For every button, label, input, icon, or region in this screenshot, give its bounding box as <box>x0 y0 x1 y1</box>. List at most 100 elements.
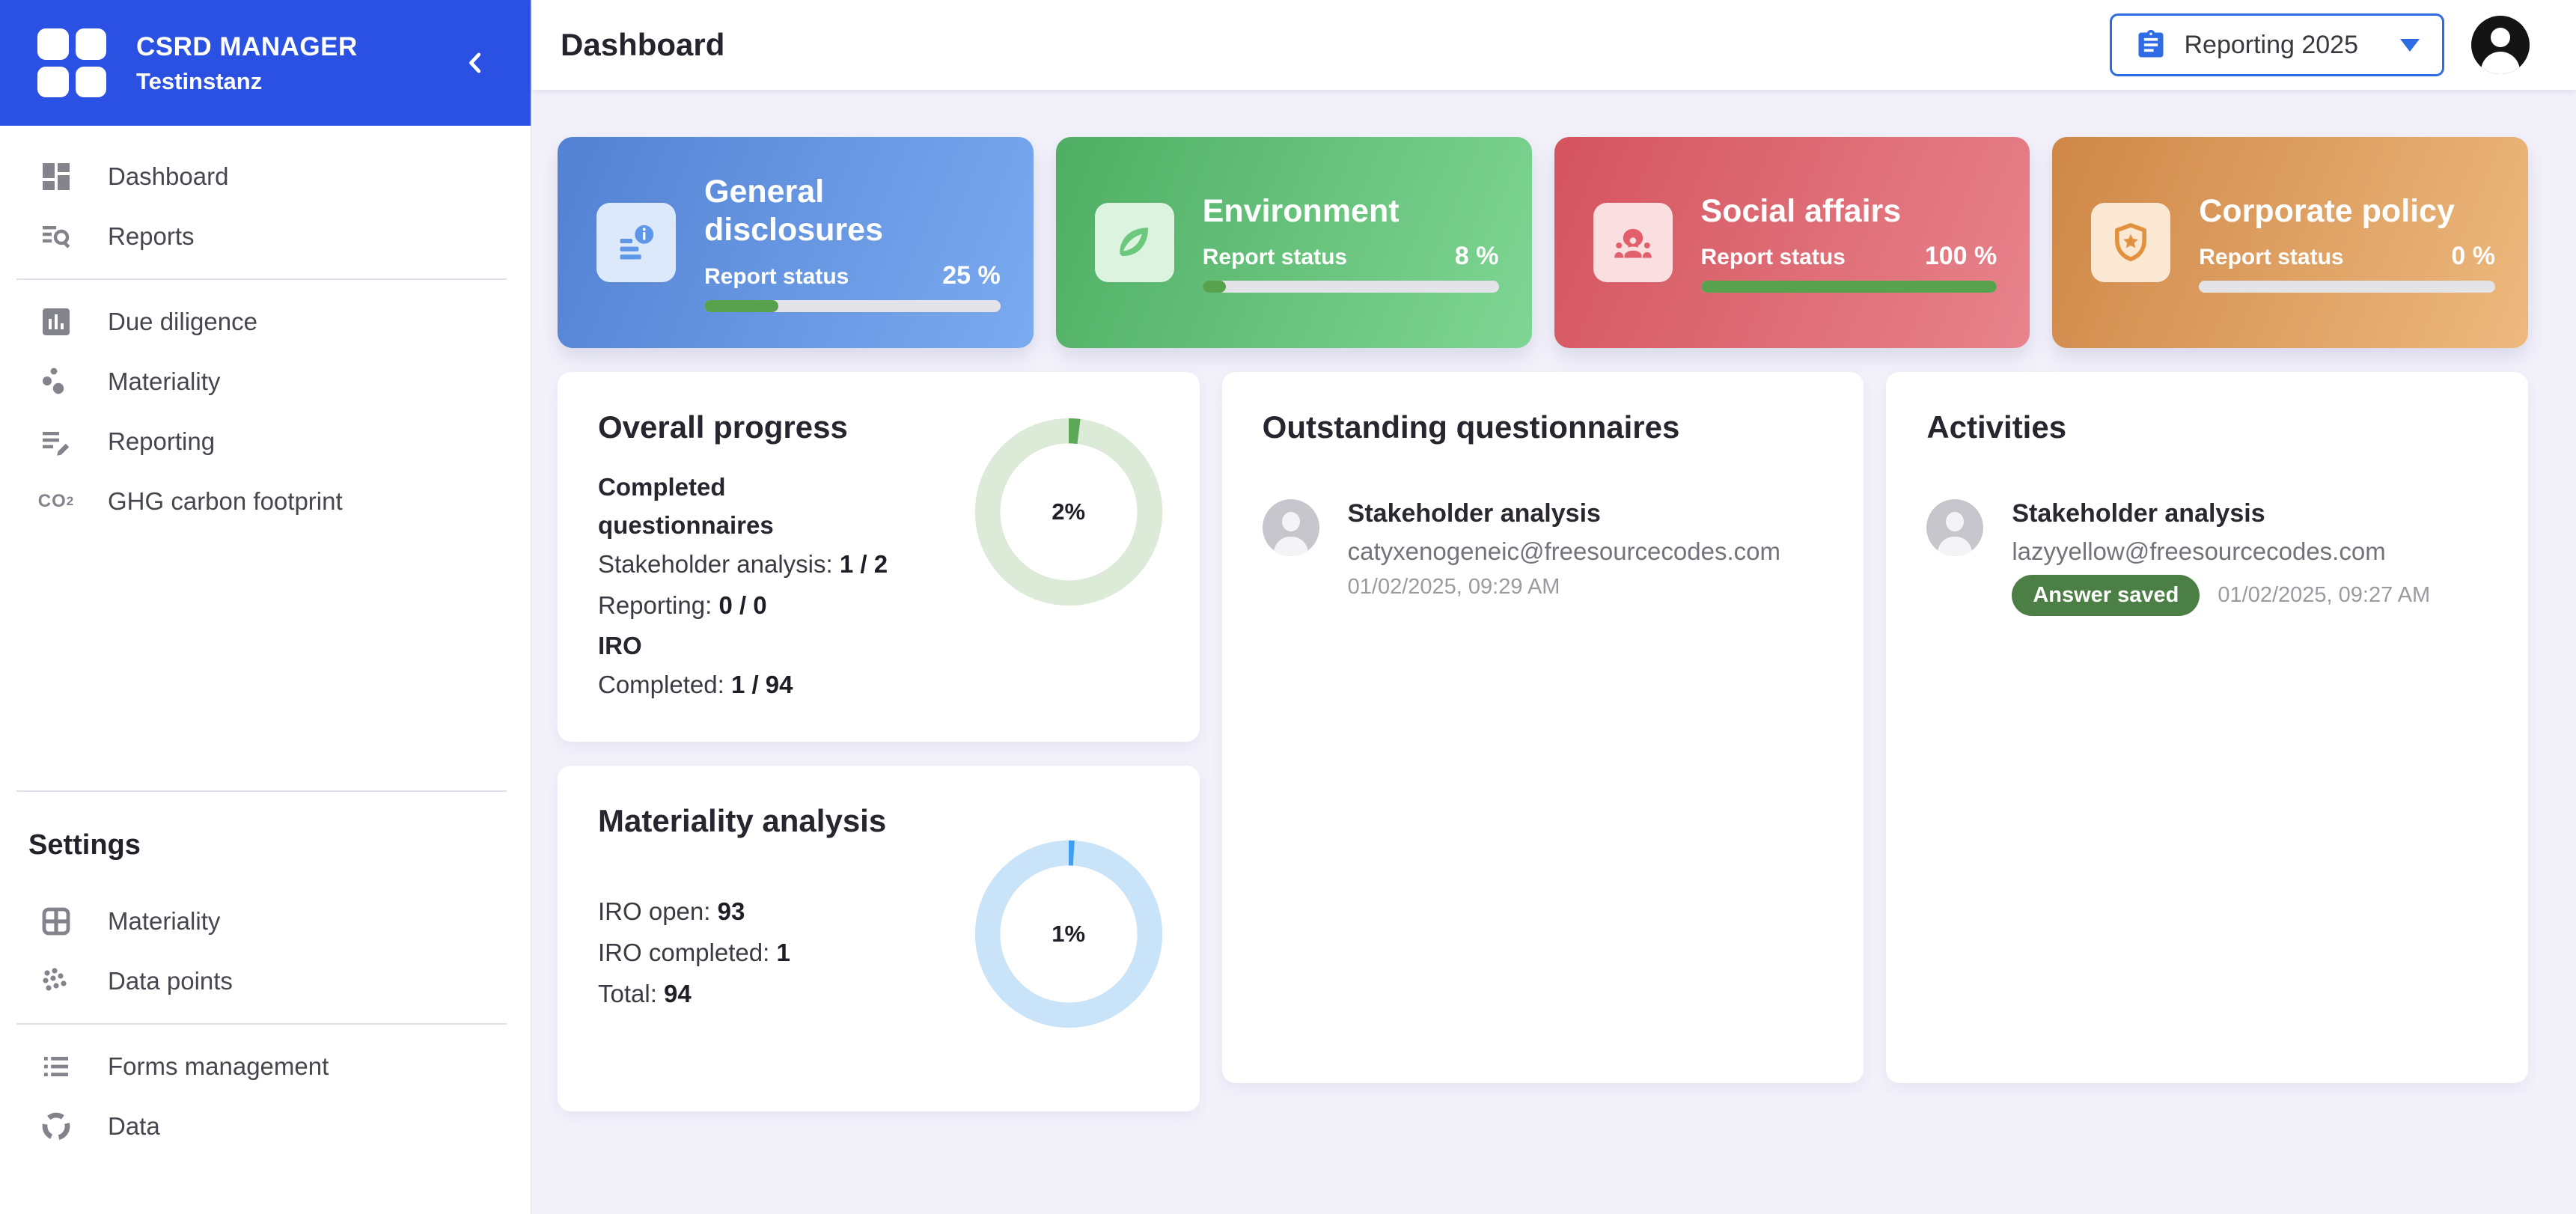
document-info-icon <box>596 203 676 282</box>
dashboard-icon <box>37 158 75 195</box>
stat-body: Social affairs Report status 100 % <box>1700 192 1997 293</box>
sidebar-item-label: Data points <box>108 967 233 995</box>
overall-progress-card: Overall progress Completed questionnaire… <box>558 372 1200 742</box>
dashboard-content: General disclosures Report status 25 % E… <box>532 90 2576 1214</box>
stat-body: Corporate policy Report status 0 % <box>2199 192 2495 293</box>
bar-chart-icon <box>37 303 75 341</box>
status-cards-row: General disclosures Report status 25 % E… <box>558 137 2528 348</box>
card-social-affairs[interactable]: Social affairs Report status 100 % <box>1554 137 2030 348</box>
item-email: catyxenogeneic@freesourcecodes.com <box>1347 537 1780 565</box>
activities-card: Activities Stakeholder analysis lazyyell… <box>1886 372 2528 1083</box>
grid-window-icon <box>37 903 75 940</box>
outstanding-questionnaires-card: Outstanding questionnaires Stakeholder a… <box>1221 372 1864 1083</box>
dashboard-grid: Overall progress Completed questionnaire… <box>558 372 2528 1111</box>
leaf-icon <box>1094 203 1174 282</box>
sidebar-item-label: Dashboard <box>108 162 229 190</box>
sidebar-divider <box>16 278 507 280</box>
sidebar-item-label: Data <box>108 1112 160 1140</box>
report-status-label: Report status <box>704 263 849 289</box>
co2-icon: CO 2 <box>37 491 75 511</box>
settings-heading: Settings <box>28 829 141 861</box>
report-status-label: Report status <box>1202 245 1348 270</box>
card-general-disclosures[interactable]: General disclosures Report status 25 % <box>558 137 1034 348</box>
answer-saved-badge: Answer saved <box>2012 575 2200 616</box>
stat-title: General disclosures <box>704 174 883 248</box>
progress-bar <box>704 299 1001 312</box>
sidebar-item-forms-management[interactable]: Forms management <box>0 1037 531 1096</box>
shield-star-icon <box>2091 203 2171 282</box>
sidebar-item-settings-materiality[interactable]: Materiality <box>0 891 531 951</box>
questionnaire-list-item[interactable]: Stakeholder analysis catyxenogeneic@free… <box>1262 499 1830 600</box>
stat-line: IRO completed: 1 <box>598 938 790 966</box>
card-environment[interactable]: Environment Report status 8 % <box>1055 137 1532 348</box>
stat-line: IRO open: 93 <box>598 897 745 925</box>
sidebar-item-dashboard[interactable]: Dashboard <box>0 147 531 207</box>
sidebar-item-data-points[interactable]: Data points <box>0 951 531 1011</box>
app-logo-icon <box>37 28 106 97</box>
sidebar-item-reports[interactable]: Reports <box>0 207 531 266</box>
dashed-circle-icon <box>37 1108 75 1145</box>
activity-list-item[interactable]: Stakeholder analysis lazyyellow@freesour… <box>1926 499 2494 616</box>
caret-down-icon <box>2400 38 2420 52</box>
item-date: 01/02/2025, 09:29 AM <box>1347 575 1560 599</box>
item-email: lazyyellow@freesourcecodes.com <box>2012 537 2386 565</box>
overall-progress-donut: 2% <box>972 415 1165 608</box>
reporting-period-label: Reporting 2025 <box>2184 30 2358 59</box>
progress-column: Overall progress Completed questionnaire… <box>558 372 1200 1111</box>
data-points-icon <box>37 963 75 1000</box>
completed-questionnaires-heading: Completed questionnaires <box>598 473 774 540</box>
chevron-left-icon <box>469 52 481 73</box>
report-status-percent: 0 % <box>2451 242 2495 271</box>
card-title: Activities <box>1926 409 2067 445</box>
person-avatar-icon <box>1262 499 1319 556</box>
card-title: Overall progress <box>598 409 848 445</box>
sidebar-item-label: Reporting <box>108 427 216 455</box>
sidebar-item-label: GHG carbon footprint <box>108 487 343 515</box>
bubble-chart-icon <box>37 363 75 400</box>
list-icon <box>37 1048 75 1085</box>
report-status-percent: 100 % <box>1924 242 1997 271</box>
item-title: Stakeholder analysis <box>2012 499 2265 528</box>
sidebar: CSRD MANAGER Testinstanz Dashboard Repor… <box>0 0 532 1214</box>
reporting-period-selector[interactable]: Reporting 2025 <box>2110 13 2444 76</box>
sidebar-item-ghg[interactable]: CO 2 GHG carbon footprint <box>0 472 531 531</box>
report-edit-icon <box>37 423 75 460</box>
stat-body: General disclosures Report status 25 % <box>704 173 1001 312</box>
sidebar-item-reporting[interactable]: Reporting <box>0 412 531 472</box>
card-corporate-policy[interactable]: Corporate policy Report status 0 % <box>2052 137 2528 348</box>
materiality-donut: 1% <box>972 838 1165 1031</box>
sidebar-item-label: Materiality <box>108 367 221 395</box>
app-root: CSRD MANAGER Testinstanz Dashboard Repor… <box>0 0 2576 1214</box>
progress-bar <box>1700 281 1997 293</box>
account-icon[interactable] <box>2471 16 2530 74</box>
stat-title: Social affairs <box>1700 192 1902 229</box>
main-area: Dashboard Reporting 2025 General disclos… <box>532 0 2576 1214</box>
sidebar-nav: Dashboard Reports Due diligence Material… <box>0 126 531 1214</box>
report-status-percent: 25 % <box>942 260 1001 290</box>
report-status-percent: 8 % <box>1454 242 1499 271</box>
report-status-label: Report status <box>1700 245 1846 270</box>
materiality-analysis-card: Materiality analysis IRO open: 93 IRO co… <box>558 766 1200 1111</box>
item-date: 01/02/2025, 09:27 AM <box>2218 583 2431 607</box>
sidebar-item-materiality[interactable]: Materiality <box>0 352 531 412</box>
report-status-label: Report status <box>2199 245 2344 270</box>
progress-fill <box>704 299 778 312</box>
person-avatar-icon <box>1926 499 1984 556</box>
sidebar-header: CSRD MANAGER Testinstanz <box>0 0 531 126</box>
sidebar-collapse-button[interactable] <box>453 40 498 85</box>
donut-percent-label: 1% <box>1052 921 1086 947</box>
sidebar-item-due-diligence[interactable]: Due diligence <box>0 292 531 352</box>
card-title: Materiality analysis <box>598 803 887 838</box>
sidebar-item-label: Materiality <box>108 907 221 935</box>
sidebar-item-label: Forms management <box>108 1052 329 1080</box>
stat-line: Completed: 1 / 94 <box>598 670 793 698</box>
stat-line: Total: 94 <box>598 979 692 1007</box>
stat-title: Environment <box>1202 192 1400 229</box>
page-title: Dashboard <box>561 27 725 62</box>
sidebar-item-data[interactable]: Data <box>0 1096 531 1156</box>
stat-body: Environment Report status 8 % <box>1202 192 1499 293</box>
item-title: Stakeholder analysis <box>1347 499 1601 528</box>
brand: CSRD MANAGER Testinstanz <box>136 28 423 97</box>
brand-line1: CSRD MANAGER <box>136 31 358 61</box>
